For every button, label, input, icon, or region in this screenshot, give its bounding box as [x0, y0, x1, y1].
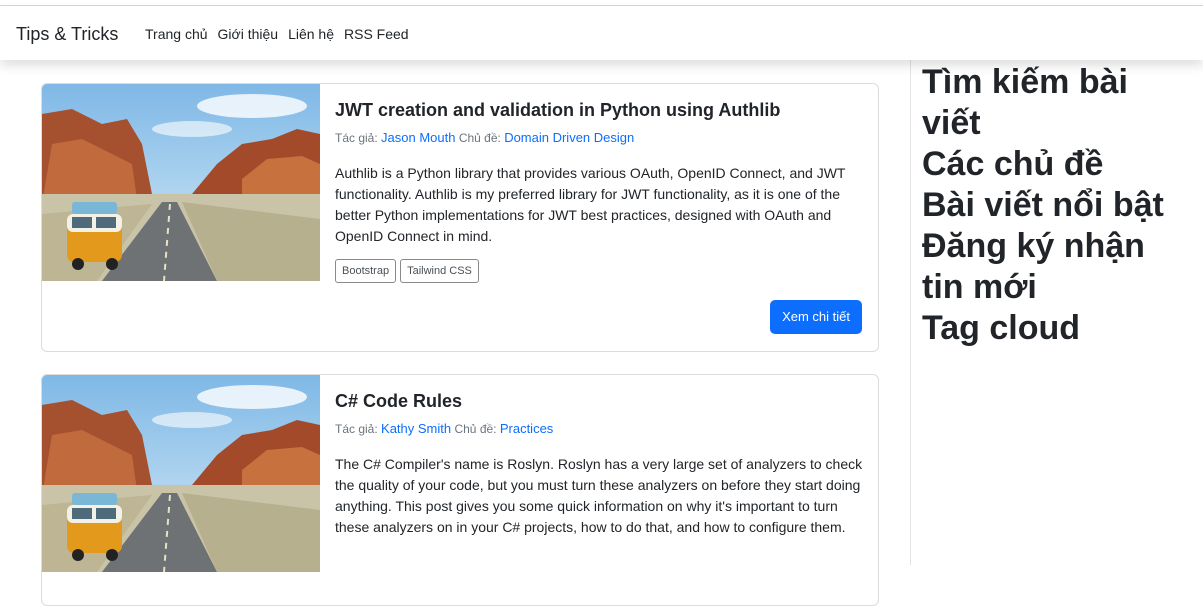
- post-title[interactable]: C# Code Rules: [335, 389, 865, 413]
- sidebar-heading-featured: Bài viết nổi bật: [922, 186, 1164, 224]
- sidebar-heading-subscribe: Đăng ký nhận tin mới: [922, 227, 1145, 306]
- post-thumbnail[interactable]: [42, 375, 320, 572]
- nav-link-home[interactable]: Trang chủ: [145, 26, 208, 42]
- sidebar-heading-search: Tìm kiếm bài viết: [922, 63, 1128, 142]
- post-card: JWT creation and validation in Python us…: [41, 83, 879, 352]
- post-tags: Bootstrap Tailwind CSS: [335, 259, 865, 283]
- topic-link[interactable]: Practices: [500, 421, 553, 436]
- nav-link-contact[interactable]: Liên hệ: [288, 26, 334, 42]
- brand-logo[interactable]: Tips & Tricks: [16, 24, 118, 45]
- post-thumbnail[interactable]: [42, 84, 320, 281]
- topic-label: Chủ đề:: [458, 131, 501, 145]
- post-title[interactable]: JWT creation and validation in Python us…: [335, 98, 865, 122]
- author-label: Tác giả:: [335, 422, 378, 436]
- post-meta: Tác giả: Kathy Smith Chủ đề: Practices: [335, 421, 865, 437]
- author-label: Tác giả:: [335, 131, 378, 145]
- tag-badge[interactable]: Tailwind CSS: [400, 259, 479, 283]
- navbar: Tips & Tricks Trang chủ Giới thiệu Liên …: [0, 6, 1203, 60]
- tag-badge[interactable]: Bootstrap: [335, 259, 397, 283]
- sidebar-heading-topics: Các chủ đề: [922, 145, 1104, 183]
- author-link[interactable]: Kathy Smith: [381, 421, 451, 436]
- post-body: C# Code Rules Tác giả: Kathy Smith Chủ đ…: [335, 389, 865, 538]
- post-body: JWT creation and validation in Python us…: [335, 98, 865, 283]
- topic-label: Chủ đề:: [454, 422, 497, 436]
- nav-link-about[interactable]: Giới thiệu: [218, 26, 279, 42]
- post-excerpt: The C# Compiler's name is Roslyn. Roslyn…: [335, 456, 863, 535]
- sidebar: Tìm kiếm bài viết Các chủ đề Bài viết nổ…: [922, 62, 1192, 349]
- view-detail-button[interactable]: Xem chi tiết: [770, 300, 862, 334]
- post-meta: Tác giả: Jason Mouth Chủ đề: Domain Driv…: [335, 130, 865, 146]
- sidebar-heading-tag-cloud: Tag cloud: [922, 309, 1081, 347]
- topic-link[interactable]: Domain Driven Design: [504, 130, 634, 145]
- author-link[interactable]: Jason Mouth: [381, 130, 455, 145]
- nav-link-rss[interactable]: RSS Feed: [344, 26, 409, 42]
- sidebar-divider: [910, 60, 911, 565]
- post-excerpt: Authlib is a Python library that provide…: [335, 165, 846, 244]
- post-card: C# Code Rules Tác giả: Kathy Smith Chủ đ…: [41, 374, 879, 606]
- nav-links: Trang chủ Giới thiệu Liên hệ RSS Feed: [145, 26, 409, 42]
